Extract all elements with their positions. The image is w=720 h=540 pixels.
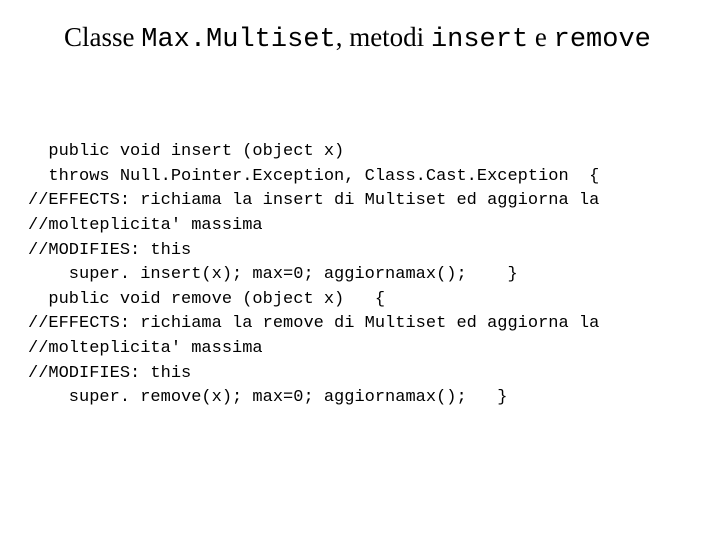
code-line: //MODIFIES: this (28, 241, 191, 260)
code-line: public void insert (object x) (28, 142, 344, 161)
code-line: super. insert(x); max=0; aggiornamax(); … (28, 265, 518, 284)
code-line: throws Null.Pointer.Exception, Class.Cas… (28, 167, 599, 186)
code-line: //molteplicita' massima (28, 339, 263, 358)
code-line: super. remove(x); max=0; aggiornamax(); … (28, 388, 507, 407)
code-line: //EFFECTS: richiama la remove di Multise… (28, 314, 599, 333)
slide-title: Classe Max.Multiset, metodi insert e rem… (64, 22, 690, 55)
code-line: //MODIFIES: this (28, 364, 191, 383)
code-line: //molteplicita' massima (28, 216, 263, 235)
title-part-e: e (528, 22, 553, 52)
title-part-insert: insert (431, 25, 528, 55)
slide: Classe Max.Multiset, metodi insert e rem… (0, 0, 720, 540)
title-part-maxmultiset: Max.Multiset (141, 25, 335, 55)
title-part-remove: remove (554, 25, 651, 55)
title-part-metodi: , metodi (336, 22, 431, 52)
code-line: //EFFECTS: richiama la insert di Multise… (28, 191, 599, 210)
code-line: public void remove (object x) { (28, 290, 385, 309)
title-part-classe: Classe (64, 22, 141, 52)
code-block: public void insert (object x) throws Nul… (28, 140, 690, 411)
